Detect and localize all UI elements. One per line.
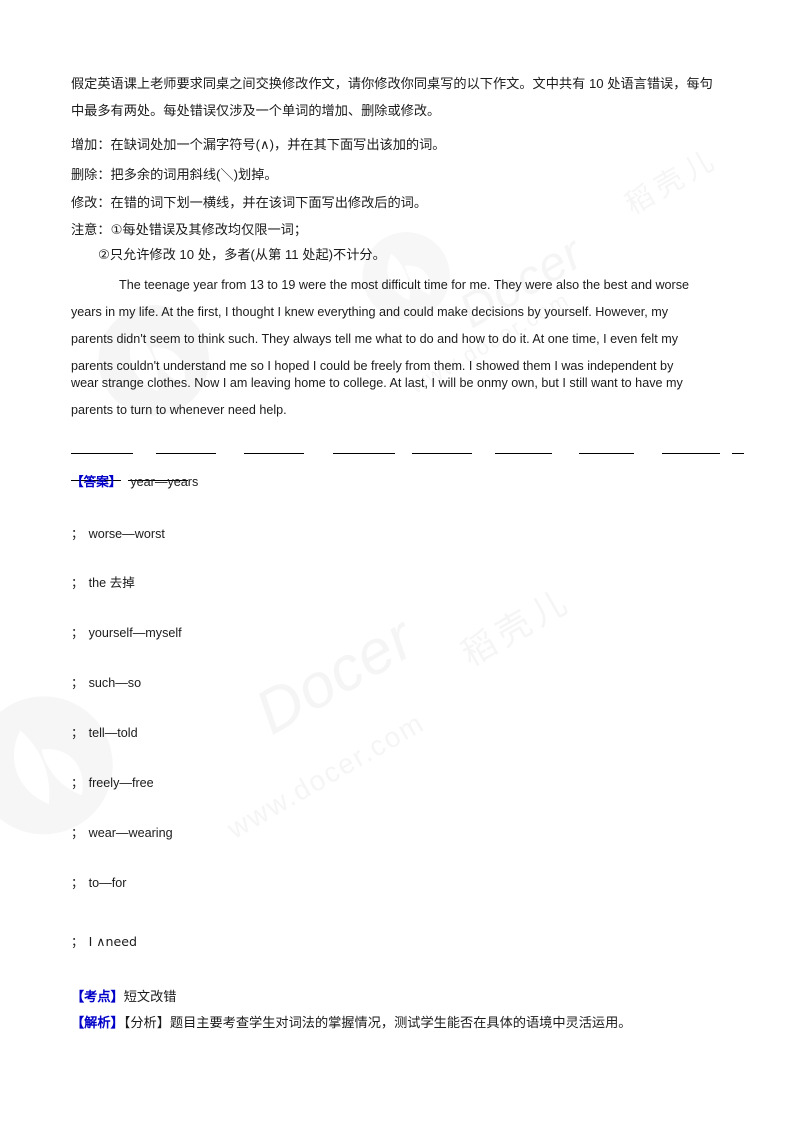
- blank-line[interactable]: [412, 453, 472, 454]
- answer-item-text: to—for: [88, 876, 127, 890]
- note-label: 注意：: [71, 222, 111, 237]
- answer-item-text: I ∧need: [88, 934, 138, 949]
- document-page: 假定英语课上老师要求同桌之间交换修改作文，请你修改你同桌写的以下作文。文中共有 …: [0, 0, 794, 1123]
- answer-item-text: year—years: [130, 475, 199, 489]
- answer-row-4: ； yourself—myself: [71, 622, 182, 641]
- passage-line-3: parents didn't seem to think such. They …: [71, 332, 678, 346]
- answer-item-text: freely—free: [88, 776, 154, 790]
- answer-row-1: 【答案】 year—years: [71, 471, 198, 490]
- answer-separator: ；: [71, 576, 84, 590]
- fenxi-label: 【分析】: [123, 1015, 170, 1030]
- blank-line[interactable]: [662, 453, 720, 454]
- kaodian-text: 短文改错: [123, 989, 177, 1004]
- kaodian-row: 【考点】短文改错: [71, 985, 719, 1009]
- answer-separator: ；: [71, 934, 84, 949]
- answer-separator: ；: [71, 776, 84, 790]
- jiexi-row: 【解析】【分析】题目主要考查学生对词法的掌握情况，测试学生能否在具体的语境中灵活…: [71, 1011, 719, 1035]
- note-line-1: 注意：①每处错误及其修改均仅限一词；: [71, 218, 719, 242]
- blank-line[interactable]: [156, 453, 216, 454]
- passage-line-6: parents to turn to whenever need help.: [71, 403, 287, 417]
- answer-separator: ；: [71, 726, 84, 740]
- rule-delete: 删除：把多余的词用斜线(＼)划掉。: [71, 167, 278, 182]
- answer-row-6: ； tell—told: [71, 722, 138, 741]
- answer-row-9: ； to—for: [71, 872, 126, 891]
- blank-line[interactable]: [244, 453, 304, 454]
- blank-line-partial[interactable]: [732, 453, 744, 454]
- answer-item-text: wear—wearing: [88, 826, 173, 840]
- answer-item-text: tell—told: [88, 726, 138, 740]
- blank-line[interactable]: [579, 453, 634, 454]
- passage-line-2: years in my life. At the first, I though…: [71, 305, 669, 319]
- answer-item-text: such—so: [88, 676, 142, 690]
- answer-separator: ；: [71, 626, 84, 640]
- kaodian-label: 【考点】: [71, 989, 124, 1004]
- answer-row-5: ； such—so: [71, 672, 141, 691]
- instruction-paragraph: 假定英语课上老师要求同桌之间交换修改作文，请你修改你同桌写的以下作文。文中共有 …: [71, 76, 713, 118]
- jiexi-label: 【解析】: [71, 1015, 124, 1030]
- blank-line[interactable]: [333, 453, 395, 454]
- answer-row-10: ； I ∧need: [71, 931, 137, 950]
- note-item-1: ①每处错误及其修改均仅限一词；: [110, 222, 308, 237]
- answer-separator: ；: [71, 826, 84, 840]
- jiexi-text: 题目主要考查学生对词法的掌握情况，测试学生能否在具体的语境中灵活运用。: [169, 1015, 632, 1030]
- blank-line[interactable]: [495, 453, 552, 454]
- answer-item-text: yourself—myself: [88, 626, 182, 640]
- answer-label: 【答案】: [71, 475, 122, 489]
- rule-add: 增加：在缺词处加一个漏字符号(∧)，并在其下面写出该加的词。: [71, 137, 446, 152]
- answer-item-text: worse—worst: [88, 527, 165, 541]
- answer-separator: ；: [71, 876, 84, 890]
- answer-separator: ；: [71, 527, 84, 541]
- answer-item-text: the 去掉: [88, 576, 135, 590]
- answer-separator: ；: [71, 676, 84, 690]
- blank-lines-row-1: [71, 436, 744, 454]
- rule-modify: 修改：在错的词下划一横线，并在该词下面写出修改后的词。: [71, 195, 428, 210]
- answer-row-8: ； wear—wearing: [71, 822, 173, 841]
- note-line-2: ②只允许修改 10 处，多者(从第 11 处起)不计分。: [98, 247, 386, 262]
- blank-line[interactable]: [71, 453, 133, 454]
- passage-line-1: The teenage year from 13 to 19 were the …: [119, 278, 690, 292]
- answer-row-7: ； freely—free: [71, 772, 154, 791]
- answer-row-3: ； the 去掉: [71, 572, 135, 591]
- answer-row-2: ； worse—worst: [71, 523, 165, 542]
- passage-line-5: wear strange clothes. Now I am leaving h…: [71, 376, 683, 390]
